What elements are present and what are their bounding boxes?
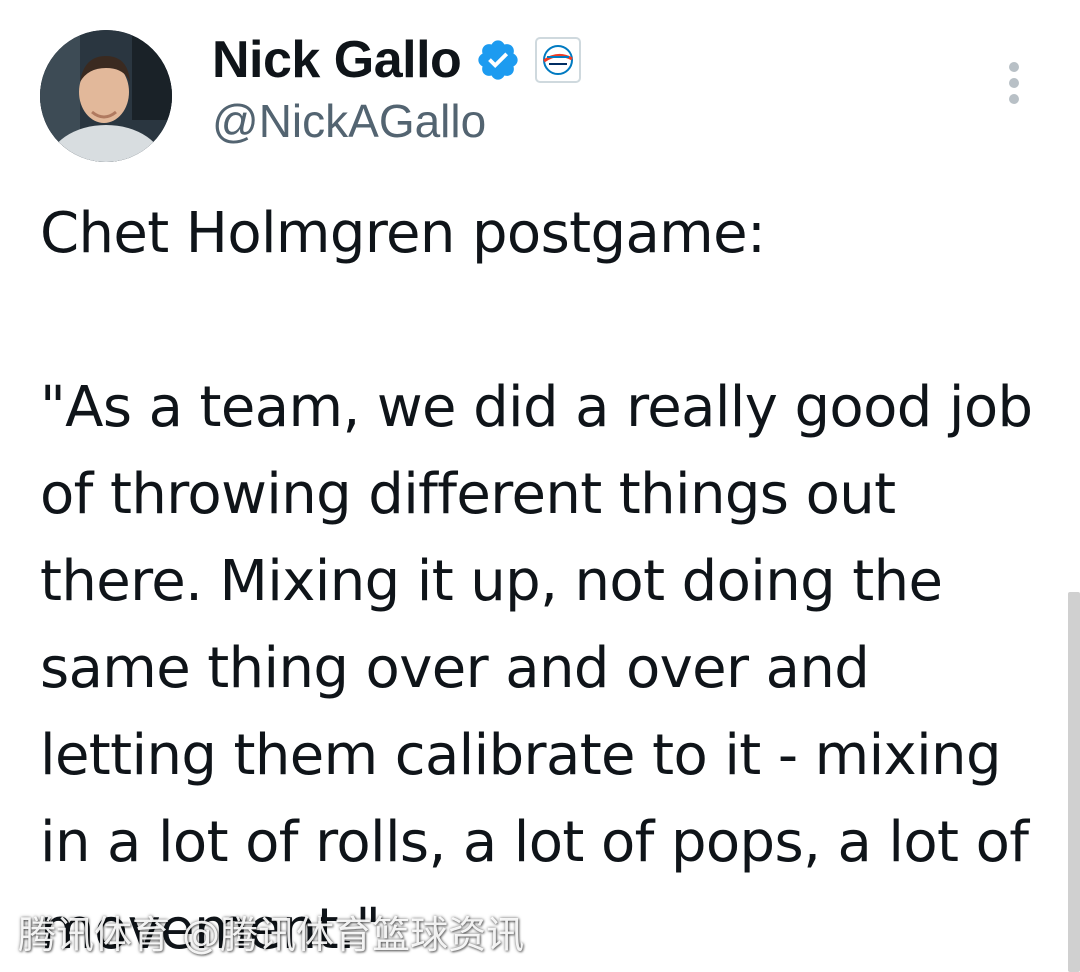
author-name-row: Nick Gallo: [212, 28, 582, 92]
scrollbar[interactable]: [1068, 592, 1080, 972]
tweet-card: Nick Gallo @NickAGallo Chet Holmgren pos…: [0, 0, 1080, 972]
tweet-text: Chet Holmgren postgame: "As a team, we d…: [40, 201, 1033, 962]
team-logo-icon[interactable]: [535, 37, 582, 83]
more-options-icon[interactable]: [996, 58, 1032, 110]
avatar-photo-icon: [40, 30, 172, 162]
author-handle[interactable]: @NickAGallo: [212, 98, 486, 144]
avatar[interactable]: [40, 30, 172, 162]
verified-badge-icon[interactable]: [475, 37, 521, 83]
display-name[interactable]: Nick Gallo: [212, 34, 462, 86]
watermark-text: 腾讯体育 @腾讯体育篮球资讯: [18, 913, 525, 957]
